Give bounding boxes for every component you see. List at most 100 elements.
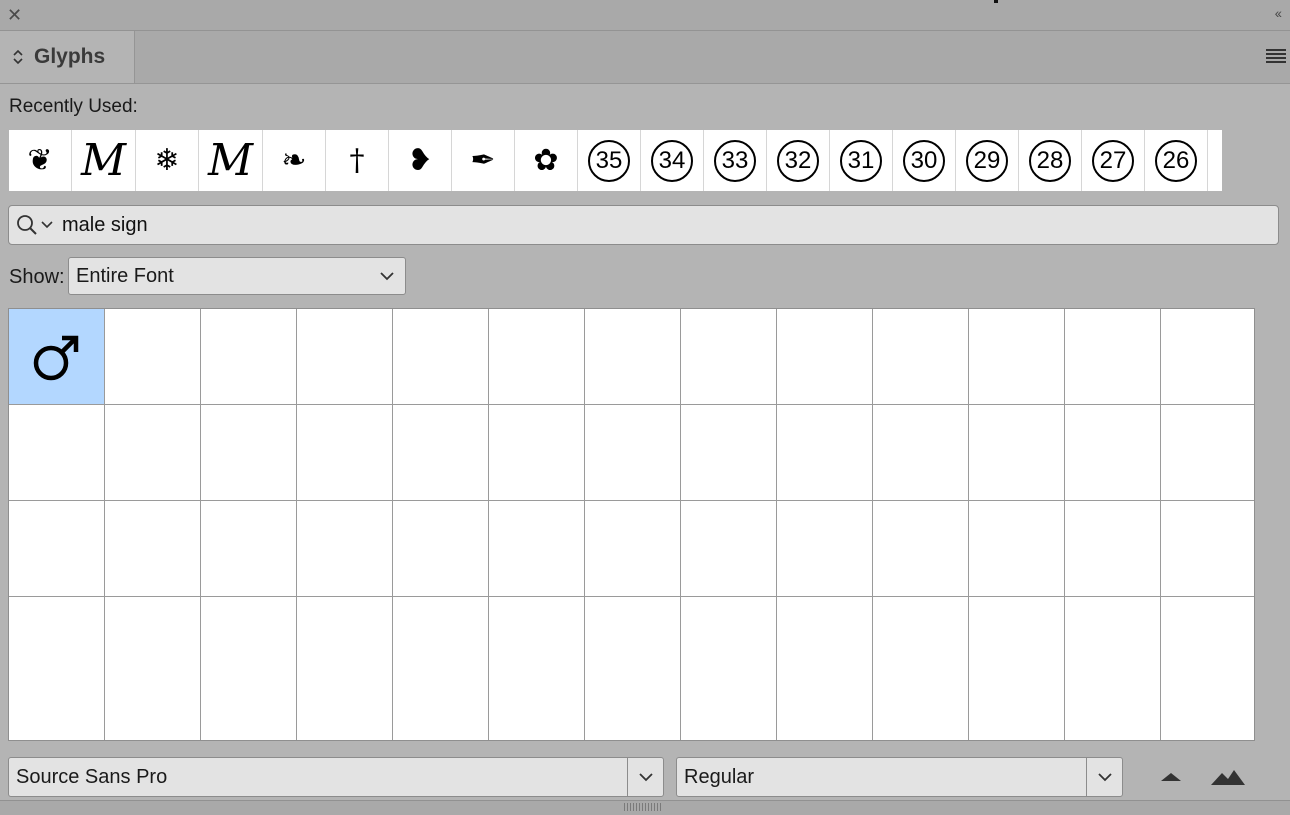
glyph-cell[interactable] [105,309,201,405]
recent-glyph-cell[interactable]: 30 [893,130,956,191]
glyph-cell[interactable] [1161,405,1254,501]
show-dropdown[interactable]: Entire Font [68,257,406,295]
font-family-dropdown-button[interactable] [627,758,663,796]
recent-glyph: 30 [903,139,945,182]
zoom-out-mountain-icon[interactable] [1160,770,1182,782]
glyph-search-field[interactable]: male sign [8,205,1279,245]
recent-glyph-cell[interactable]: ✒ [452,130,515,191]
recent-glyph: ❥ [407,143,433,178]
hamburger-icon[interactable] [1266,49,1286,63]
glyph-cell[interactable] [201,501,297,597]
glyph-cell[interactable] [393,309,489,405]
glyph-cell[interactable] [1161,309,1254,405]
glyph-cell[interactable] [873,597,969,740]
glyph-cell[interactable] [969,309,1065,405]
glyph-cell[interactable] [777,597,873,740]
zoom-in-mountains-icon[interactable] [1210,768,1246,786]
recent-glyph-cell[interactable]: ✿ [515,130,578,191]
font-style-dropdown-button[interactable] [1086,758,1122,796]
glyph-cell[interactable] [873,309,969,405]
recent-glyph-cell[interactable]: ❥ [389,130,452,191]
glyph-cell[interactable] [585,597,681,740]
recent-glyph-cell[interactable]: 35 [578,130,641,191]
male-sign-glyph [33,335,78,380]
glyph-cell[interactable] [489,405,585,501]
canvas-edge-mark [994,0,998,3]
recently-used-glyphs: ❦ M ❄ M ❧ † ❥ ✒ ✿ 35 34 33 32 31 30 29 28 27 26 [9,130,1222,191]
search-input[interactable]: male sign [62,214,148,237]
glyph-cell[interactable] [297,309,393,405]
tab-glyphs[interactable]: Glyphs [0,31,135,83]
recent-glyph-cell[interactable]: M [199,130,263,191]
recent-glyph: 27 [1092,139,1134,182]
glyph-cell[interactable] [297,501,393,597]
glyph-cell[interactable] [393,501,489,597]
glyph-cell[interactable] [1065,405,1161,501]
tab-expand-arrows-icon[interactable] [11,48,25,66]
close-icon[interactable]: ✕ [7,5,22,25]
recent-glyph-cell[interactable]: ❄ [136,130,199,191]
recent-glyph-cell[interactable]: 28 [1019,130,1082,191]
recent-glyph: ✒ [470,143,496,178]
font-style-dropdown[interactable]: Regular [676,757,1123,797]
glyph-cell[interactable] [777,309,873,405]
glyph-cell[interactable] [297,405,393,501]
glyph-cell[interactable] [393,597,489,740]
glyph-cell[interactable] [489,501,585,597]
glyph-cell[interactable] [297,597,393,740]
glyph-cell[interactable] [201,309,297,405]
glyph-cell[interactable] [489,309,585,405]
glyph-cell[interactable] [489,597,585,740]
glyph-cell[interactable] [681,597,777,740]
glyph-cell[interactable] [585,309,681,405]
glyph-cell[interactable] [1161,597,1254,740]
search-options-chevron-icon[interactable] [40,220,54,230]
recently-used-label: Recently Used: [9,96,138,117]
panel-title-bar: ✕ ‹‹ [0,0,1290,31]
glyph-cell[interactable] [1161,501,1254,597]
glyph-cell[interactable] [969,405,1065,501]
recent-glyph: ❧ [281,143,307,178]
recent-glyph-cell[interactable]: ❧ [263,130,326,191]
glyph-cell[interactable] [969,597,1065,740]
recent-glyph-cell[interactable]: M [72,130,136,191]
glyph-cell[interactable] [969,501,1065,597]
font-family-dropdown[interactable]: Source Sans Pro [8,757,664,797]
glyph-cell[interactable] [1065,597,1161,740]
glyph-cell[interactable] [9,501,105,597]
recent-glyph-cell[interactable]: 31 [830,130,893,191]
glyph-cell[interactable] [873,501,969,597]
recent-glyph: M [80,135,127,186]
glyph-cell[interactable] [1065,501,1161,597]
glyph-cell[interactable] [105,405,201,501]
recent-glyph-cell[interactable]: 33 [704,130,767,191]
glyph-cell[interactable] [9,405,105,501]
glyph-cell[interactable] [777,501,873,597]
search-icon[interactable] [15,214,39,236]
recent-glyph-cell[interactable]: ❦ [9,130,72,191]
glyph-cell[interactable] [681,309,777,405]
glyph-cell[interactable] [681,405,777,501]
glyph-cell[interactable] [1065,309,1161,405]
resize-grip-icon[interactable] [624,803,662,811]
recent-glyph-cell[interactable]: 29 [956,130,1019,191]
glyph-cell[interactable] [201,405,297,501]
recent-glyph-cell[interactable]: 26 [1145,130,1208,191]
glyph-cell[interactable] [201,597,297,740]
glyph-cell[interactable] [393,405,489,501]
glyph-cell-selected[interactable]: ♂ [9,309,105,405]
glyph-cell[interactable] [105,501,201,597]
glyph-cell[interactable] [681,501,777,597]
glyph-cell[interactable] [9,597,105,740]
glyph-cell[interactable] [873,405,969,501]
collapse-panel-icon[interactable]: ‹‹ [1275,5,1282,21]
recent-glyph-cell[interactable]: 34 [641,130,704,191]
glyph-cell[interactable] [105,597,201,740]
glyph-cell[interactable] [585,501,681,597]
recent-glyph: ❦ [27,143,53,178]
glyph-cell[interactable] [585,405,681,501]
recent-glyph-cell[interactable]: † [326,130,389,191]
recent-glyph-cell[interactable]: 27 [1082,130,1145,191]
recent-glyph-cell[interactable]: 32 [767,130,830,191]
glyph-cell[interactable] [777,405,873,501]
